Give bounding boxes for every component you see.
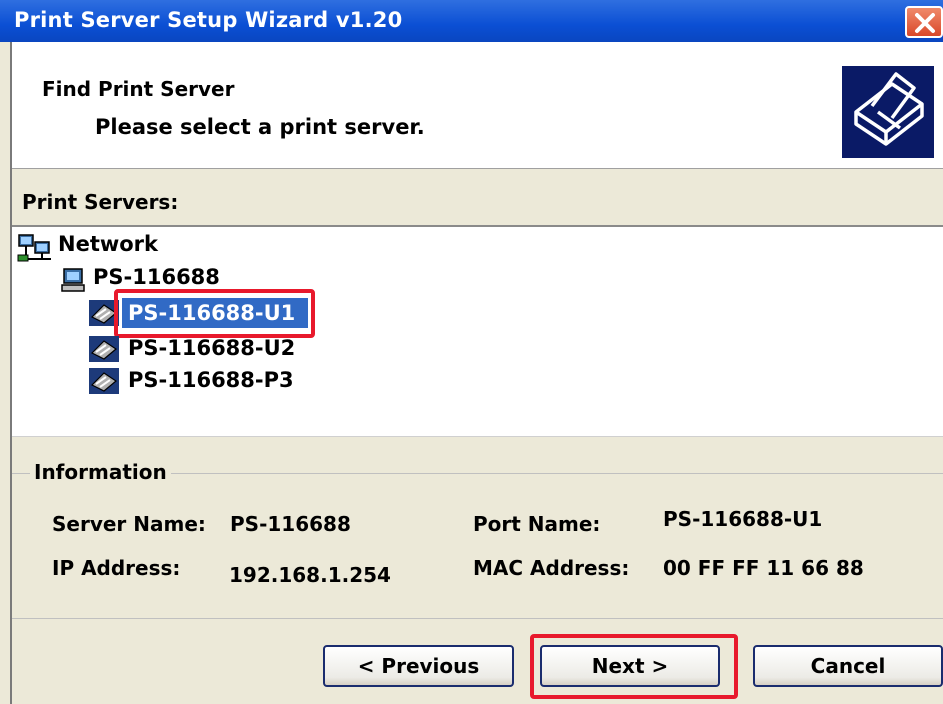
mac-address-value: 00 FF FF 11 66 88 bbox=[663, 556, 864, 580]
computer-icon bbox=[60, 267, 88, 297]
cancel-button[interactable]: Cancel bbox=[753, 645, 943, 687]
server-name-value: PS-116688 bbox=[230, 512, 351, 536]
selection-highlight-box bbox=[114, 289, 315, 338]
button-bar-divider bbox=[12, 618, 943, 619]
printer-port-icon bbox=[88, 335, 120, 367]
tree-item-port-u2[interactable]: PS-116688-U2 bbox=[128, 336, 295, 360]
close-button[interactable] bbox=[905, 6, 943, 38]
header-title: Find Print Server bbox=[42, 77, 235, 101]
ip-address-label: IP Address: bbox=[52, 556, 181, 580]
close-icon bbox=[915, 13, 935, 33]
window-title: Print Server Setup Wizard v1.20 bbox=[14, 8, 403, 32]
server-name-label: Server Name: bbox=[52, 512, 206, 536]
wizard-header bbox=[12, 42, 943, 169]
tree-item-network[interactable]: Network bbox=[58, 232, 158, 256]
print-servers-label: Print Servers: bbox=[22, 190, 179, 214]
header-subtitle: Please select a print server. bbox=[95, 115, 425, 139]
info-group-legend: Information bbox=[30, 460, 171, 484]
tree-item-port-p3[interactable]: PS-116688-P3 bbox=[128, 368, 294, 392]
ip-address-value: 192.168.1.254 bbox=[229, 563, 391, 587]
network-icon bbox=[17, 233, 53, 267]
mac-address-label: MAC Address: bbox=[473, 556, 630, 580]
port-name-label: Port Name: bbox=[473, 512, 601, 536]
previous-button[interactable]: < Previous bbox=[323, 645, 514, 687]
tree-item-host[interactable]: PS-116688 bbox=[93, 265, 220, 289]
printer-port-icon bbox=[88, 367, 120, 399]
next-highlight-box bbox=[530, 634, 738, 699]
port-name-value: PS-116688-U1 bbox=[663, 507, 823, 531]
printer-icon bbox=[842, 66, 934, 158]
